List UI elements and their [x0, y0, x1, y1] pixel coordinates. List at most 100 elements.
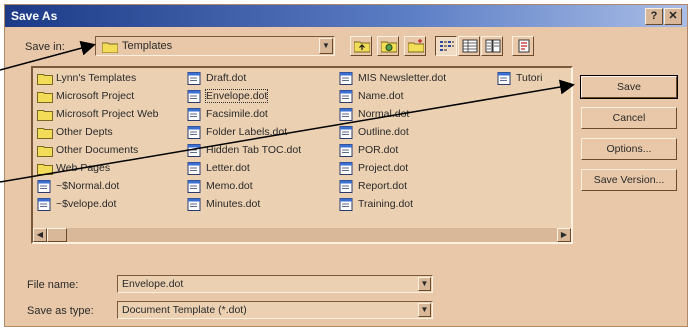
item-label: Draft.dot: [206, 72, 247, 84]
template-file-icon: [187, 126, 201, 139]
up-one-level-button[interactable]: [350, 36, 372, 56]
up-one-level-icon: [354, 41, 370, 53]
file-item[interactable]: Envelope.dot: [187, 89, 269, 104]
details-view-button[interactable]: [458, 36, 480, 56]
properties-view-button[interactable]: [481, 36, 503, 56]
file-item[interactable]: ~$velope.dot: [37, 197, 116, 212]
save-as-type-label: Save as type:: [27, 305, 94, 317]
item-label: Folder Labels.dot: [206, 126, 288, 138]
item-label: Lynn's Templates: [56, 72, 137, 84]
item-label: Minutes.dot: [206, 198, 261, 210]
item-label: Name.dot: [358, 90, 404, 102]
file-item[interactable]: Report.dot: [339, 179, 407, 194]
template-file-icon: [339, 180, 353, 193]
template-file-icon: [187, 198, 201, 211]
file-item[interactable]: POR.dot: [339, 143, 398, 158]
details-view-icon: [462, 39, 478, 53]
save-as-dialog: Save As ? ✕ Save in: Templates ▼ ◀ ▶ Lyn…: [4, 4, 688, 327]
file-item[interactable]: Folder Labels.dot: [187, 125, 287, 140]
item-label: Other Depts: [56, 126, 113, 138]
save-as-type-value: Document Template (*.dot): [122, 304, 247, 316]
file-item[interactable]: Draft.dot: [187, 71, 246, 86]
template-file-icon: [187, 90, 201, 103]
chevron-down-icon[interactable]: ▼: [418, 303, 431, 317]
list-view-button[interactable]: [435, 36, 457, 56]
folder-item[interactable]: Other Documents: [37, 143, 138, 158]
folder-item[interactable]: Other Depts: [37, 125, 113, 140]
item-label: Letter.dot: [206, 162, 250, 174]
item-label: ~$velope.dot: [56, 198, 117, 210]
template-file-icon: [37, 198, 51, 211]
scroll-left-arrow[interactable]: ◀: [33, 228, 47, 242]
save-as-type-dropdown[interactable]: Document Template (*.dot) ▼: [117, 301, 433, 319]
file-name-field[interactable]: Envelope.dot ▼: [117, 275, 433, 293]
properties-view-icon: [485, 39, 501, 53]
template-file-icon: [339, 162, 353, 175]
template-file-icon: [187, 144, 201, 157]
cancel-button[interactable]: Cancel: [581, 107, 677, 129]
template-file-icon: [37, 180, 51, 193]
file-item[interactable]: Tutori: [497, 71, 542, 86]
folder-icon: [37, 74, 53, 85]
folder-item[interactable]: Microsoft Project: [37, 89, 134, 104]
file-item[interactable]: Normal.dot: [339, 107, 409, 122]
file-item[interactable]: Memo.dot: [187, 179, 253, 194]
file-item[interactable]: Hidden Tab TOC.dot: [187, 143, 301, 158]
save-version-button[interactable]: Save Version...: [581, 169, 677, 191]
template-file-icon: [187, 180, 201, 193]
file-item[interactable]: Facsimile.dot: [187, 107, 268, 122]
folder-item[interactable]: Microsoft Project Web: [37, 107, 159, 122]
folder-icon: [37, 110, 53, 121]
template-file-icon: [339, 90, 353, 103]
file-item[interactable]: Minutes.dot: [187, 197, 260, 212]
search-web-button[interactable]: [377, 36, 399, 56]
title-bar[interactable]: Save As ? ✕: [5, 5, 687, 27]
save-button[interactable]: Save: [580, 75, 678, 99]
file-list[interactable]: ◀ ▶ Lynn's Templates Microsoft Project Mic…: [31, 66, 573, 244]
scroll-right-arrow[interactable]: ▶: [557, 228, 571, 242]
template-file-icon: [339, 72, 353, 85]
help-button[interactable]: ?: [645, 8, 663, 25]
item-label: Report.dot: [358, 180, 408, 192]
item-label: ~$Normal.dot: [56, 180, 120, 192]
scroll-thumb[interactable]: [47, 228, 67, 242]
save-in-dropdown[interactable]: Templates ▼: [95, 36, 335, 56]
file-item[interactable]: Outline.dot: [339, 125, 409, 140]
folder-icon: [102, 42, 118, 53]
folder-icon: [37, 164, 53, 175]
folder-item[interactable]: Web Pages: [37, 161, 110, 176]
file-item[interactable]: MIS Newsletter.dot: [339, 71, 446, 86]
item-label: Microsoft Project: [56, 90, 135, 102]
folder-item[interactable]: Lynn's Templates: [37, 71, 136, 86]
file-name-label: File name:: [27, 279, 79, 291]
chevron-down-icon[interactable]: ▼: [418, 277, 431, 291]
create-new-folder-button[interactable]: [404, 36, 426, 56]
file-item[interactable]: Project.dot: [339, 161, 408, 176]
item-label: Memo.dot: [206, 180, 253, 192]
list-view-icon: [440, 41, 454, 51]
tools-button[interactable]: [512, 36, 534, 56]
item-label: Outline.dot: [358, 126, 409, 138]
tools-icon: [518, 39, 530, 53]
options-button[interactable]: Options...: [581, 138, 677, 160]
template-file-icon: [339, 126, 353, 139]
search-web-icon: [381, 41, 397, 53]
file-item[interactable]: Letter.dot: [187, 161, 250, 176]
window-title: Save As: [11, 9, 58, 23]
item-label: Facsimile.dot: [206, 108, 268, 120]
horizontal-scrollbar[interactable]: ◀ ▶: [33, 228, 571, 242]
folder-icon: [37, 146, 53, 157]
template-file-icon: [339, 198, 353, 211]
file-item[interactable]: ~$Normal.dot: [37, 179, 119, 194]
chevron-down-icon[interactable]: ▼: [319, 38, 333, 54]
template-file-icon: [497, 72, 511, 85]
file-item[interactable]: Name.dot: [339, 89, 404, 104]
save-in-value: Templates: [122, 40, 173, 52]
template-file-icon: [187, 162, 201, 175]
item-label: Project.dot: [358, 162, 409, 174]
close-button[interactable]: ✕: [664, 8, 682, 25]
save-in-label: Save in:: [25, 41, 65, 53]
file-item[interactable]: Training.dot: [339, 197, 413, 212]
item-label: MIS Newsletter.dot: [358, 72, 447, 84]
template-file-icon: [339, 108, 353, 121]
